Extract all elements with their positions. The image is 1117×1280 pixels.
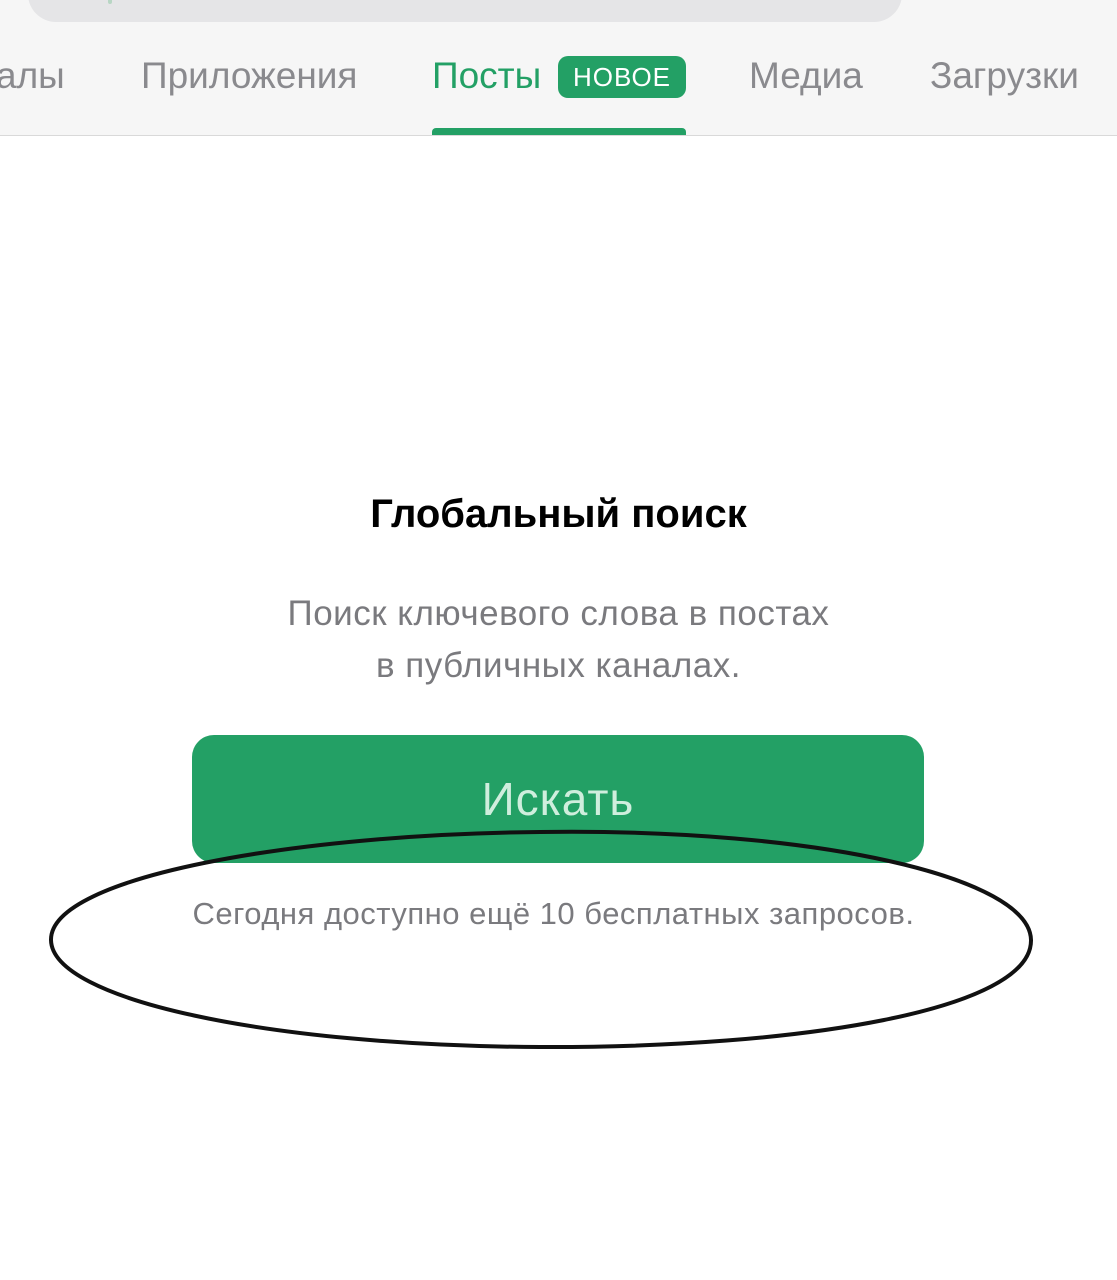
empty-state-description-line1: Поиск ключевого слова в постах <box>287 594 830 633</box>
empty-state-title: Глобальный поиск <box>370 492 747 536</box>
search-field[interactable] <box>28 0 902 22</box>
tab-apps[interactable]: Приложения <box>141 50 357 102</box>
new-badge: НОВОЕ <box>558 56 686 98</box>
tab-channels[interactable]: алы <box>0 50 65 102</box>
free-requests-quota-text: Сегодня доступно ещё 10 бесплатных запро… <box>192 896 915 931</box>
search-caret-icon <box>108 0 112 4</box>
top-header: алы Приложения Посты НОВОЕ Медиа Загрузк… <box>0 0 1117 136</box>
active-tab-indicator <box>432 128 686 135</box>
tab-posts[interactable]: Посты <box>432 50 541 102</box>
tab-media[interactable]: Медиа <box>749 50 863 102</box>
empty-state-description-line2: в публичных каналах. <box>375 646 741 685</box>
tab-downloads[interactable]: Загрузки <box>930 50 1079 102</box>
hand-drawn-ellipse-annotation <box>48 829 1034 1050</box>
search-button[interactable]: Искать <box>192 735 924 863</box>
